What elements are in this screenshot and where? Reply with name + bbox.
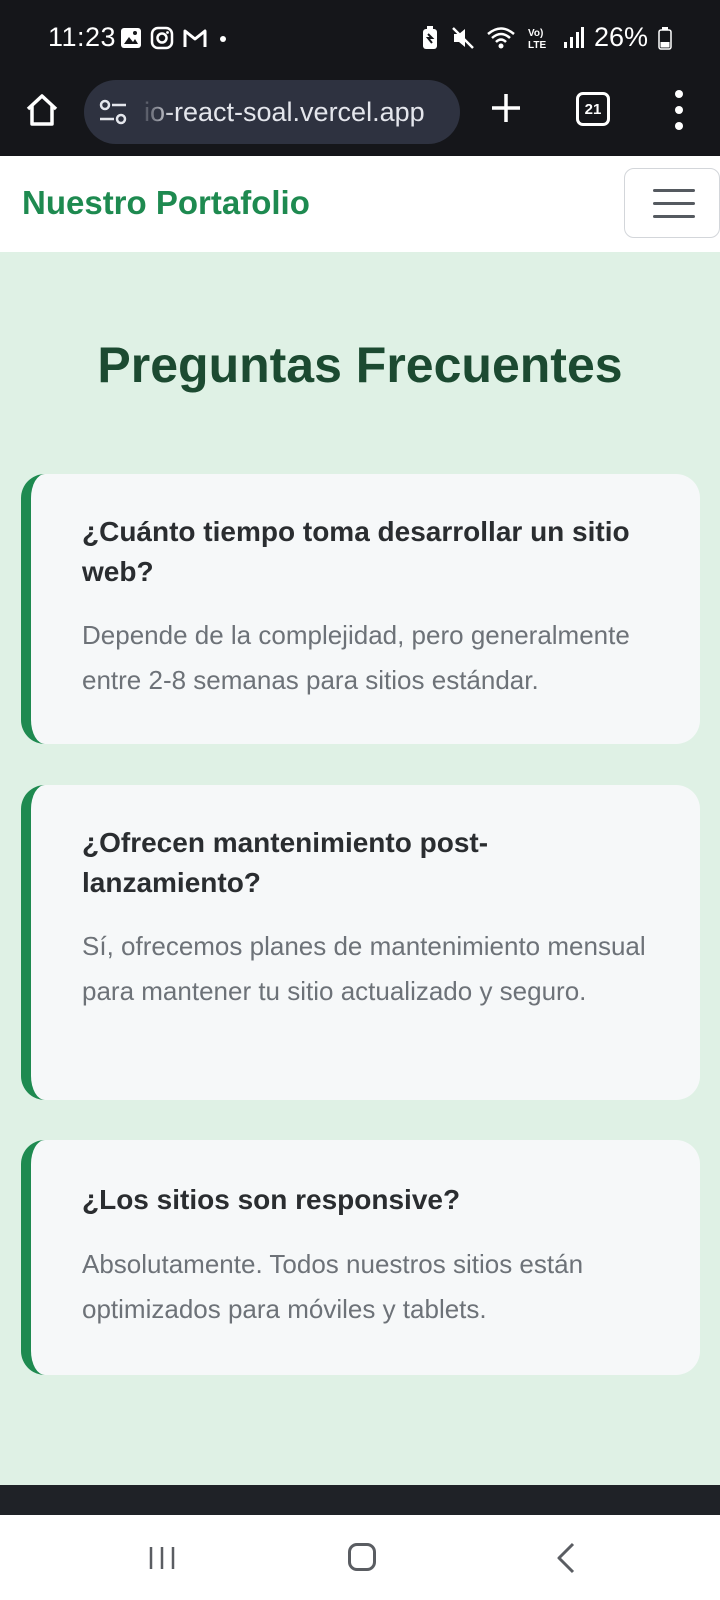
hamburger-line [653,189,695,192]
svg-text:Vo): Vo) [528,28,543,39]
faq-question: ¿Ofrecen mantenimiento post-lanzamiento? [82,827,489,898]
new-tab-plus-icon[interactable] [488,90,524,126]
tab-count: 21 [584,100,602,118]
status-time: 11:23 [48,22,117,52]
gmail-icon [183,29,207,47]
browser-toolbar: io-react-soal.vercel.app 21 [0,80,720,156]
url-fade [138,80,174,144]
battery-percent: 26% [593,22,648,52]
faq-answer: Sí, ofrecemos planes de mantenimiento me… [82,931,646,1006]
recent-apps-icon[interactable] [148,1545,178,1571]
svg-text:LTE: LTE [528,40,546,51]
navbar-toggler-button[interactable] [624,168,720,238]
battery-saver-icon [422,25,437,49]
status-bar: 11:23 Vo) LTE 26% [0,0,720,80]
site-navbar: Nuestro Portafolio [0,156,720,252]
android-nav-bar [0,1515,720,1600]
address-bar[interactable]: io-react-soal.vercel.app [84,80,460,144]
mute-icon [452,26,474,49]
faq-title: Preguntas Frecuentes [97,337,623,393]
battery-icon [658,26,672,50]
home-nav-icon[interactable] [348,1543,376,1571]
faq-card: ¿Cuánto tiempo toma desarrollar un sitio… [21,474,700,744]
volte-icon: Vo)LTE [528,28,546,51]
faq-question: ¿Cuánto tiempo toma desarrollar un sitio… [82,516,630,587]
faq-question: ¿Los sitios son responsive? [82,1184,461,1215]
faq-section: Preguntas Frecuentes ¿Cuánto tiempo toma… [0,252,720,1485]
hamburger-line [653,202,695,205]
site-footer [0,1485,720,1515]
home-icon[interactable] [22,90,62,130]
tabs-icon[interactable]: 21 [576,92,610,126]
faq-answer: Absolutamente. Todos nuestros sitios est… [82,1249,584,1324]
dot-icon [220,36,226,42]
instagram-icon [150,26,174,50]
faq-answer: Depende de la complejidad, pero generalm… [82,620,630,695]
signal-icon [563,26,584,48]
faq-card: ¿Los sitios son responsive? Absolutament… [21,1140,700,1375]
url-text: io-react-soal.vercel.app [144,97,425,127]
back-icon[interactable] [554,1541,578,1575]
gallery-icon [121,28,141,48]
hamburger-line [653,215,695,218]
system-status-icons: Vo) LTE 26% [420,22,672,53]
site-settings-icon[interactable] [98,98,128,126]
faq-card: ¿Ofrecen mantenimiento post-lanzamiento?… [21,785,700,1100]
notification-icons [120,26,230,50]
overflow-menu-icon[interactable] [664,90,694,130]
wifi-icon [487,26,515,48]
brand-logo-link[interactable]: Nuestro Portafolio [22,184,310,222]
